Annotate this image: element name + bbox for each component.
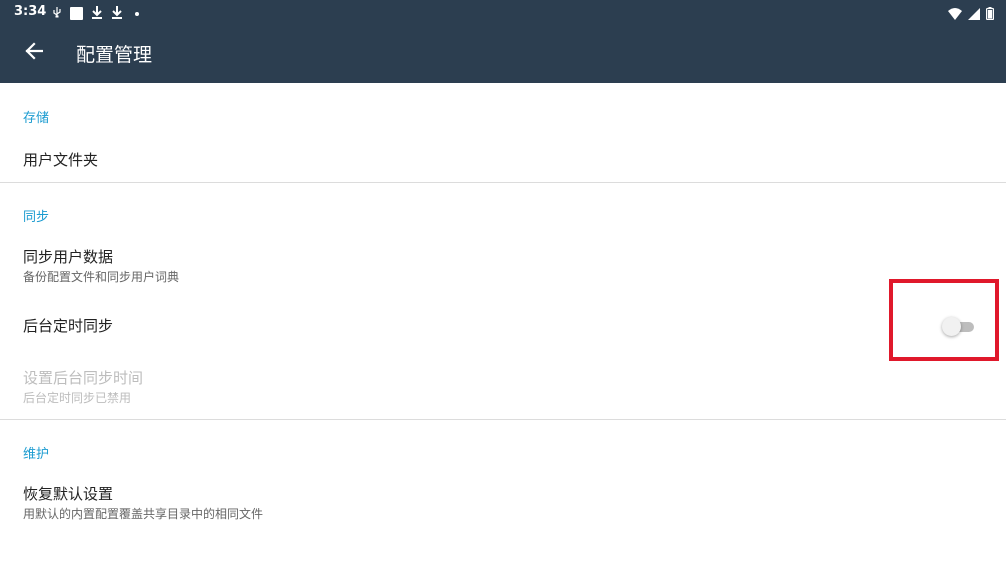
page-title: 配置管理 bbox=[76, 44, 153, 66]
battery-icon bbox=[985, 5, 995, 24]
download-icon bbox=[91, 4, 103, 23]
back-button[interactable] bbox=[18, 37, 50, 69]
signal-icon bbox=[968, 5, 980, 24]
arrow-back-icon bbox=[25, 42, 44, 64]
pref-background-sync-title: 后台定时同步 bbox=[23, 317, 114, 335]
app-bar: 配置管理 bbox=[0, 24, 1006, 83]
pref-reset-defaults-summary: 用默认的内置配置覆盖共享目录中的相同文件 bbox=[23, 507, 264, 521]
wifi-icon bbox=[948, 5, 962, 24]
pref-sync-user-data-title: 同步用户数据 bbox=[23, 248, 114, 266]
category-header-maintenance: 维护 bbox=[23, 447, 50, 462]
pref-set-sync-time-title: 设置后台同步时间 bbox=[23, 369, 144, 387]
pref-background-sync[interactable]: 后台定时同步 bbox=[0, 303, 1006, 351]
pref-sync-user-data-summary: 备份配置文件和同步用户词典 bbox=[23, 270, 180, 284]
category-header-storage: 存储 bbox=[23, 111, 50, 126]
download-icon bbox=[111, 4, 123, 23]
pref-sync-user-data[interactable]: 同步用户数据 备份配置文件和同步用户词典 bbox=[0, 238, 1006, 288]
section-divider bbox=[0, 419, 1006, 420]
status-system-icons bbox=[948, 5, 995, 24]
status-time: 3:34 bbox=[14, 4, 47, 19]
pref-set-sync-time-summary: 后台定时同步已禁用 bbox=[23, 391, 132, 405]
pref-reset-defaults[interactable]: 恢复默认设置 用默认的内置配置覆盖共享目录中的相同文件 bbox=[0, 475, 1006, 525]
category-header-sync: 同步 bbox=[23, 210, 50, 225]
pref-user-folder[interactable]: 用户文件夹 bbox=[0, 137, 1006, 181]
status-notification-icons bbox=[52, 4, 139, 23]
status-bar: 3:34 bbox=[0, 0, 1006, 24]
section-divider bbox=[0, 182, 1006, 183]
usb-icon bbox=[52, 6, 62, 21]
pref-set-sync-time: 设置后台同步时间 后台定时同步已禁用 bbox=[0, 361, 1006, 411]
dot-icon bbox=[135, 11, 139, 16]
notification-square-icon bbox=[70, 7, 83, 20]
highlight-box bbox=[889, 279, 999, 361]
pref-user-folder-title: 用户文件夹 bbox=[23, 151, 99, 169]
pref-reset-defaults-title: 恢复默认设置 bbox=[23, 485, 114, 503]
